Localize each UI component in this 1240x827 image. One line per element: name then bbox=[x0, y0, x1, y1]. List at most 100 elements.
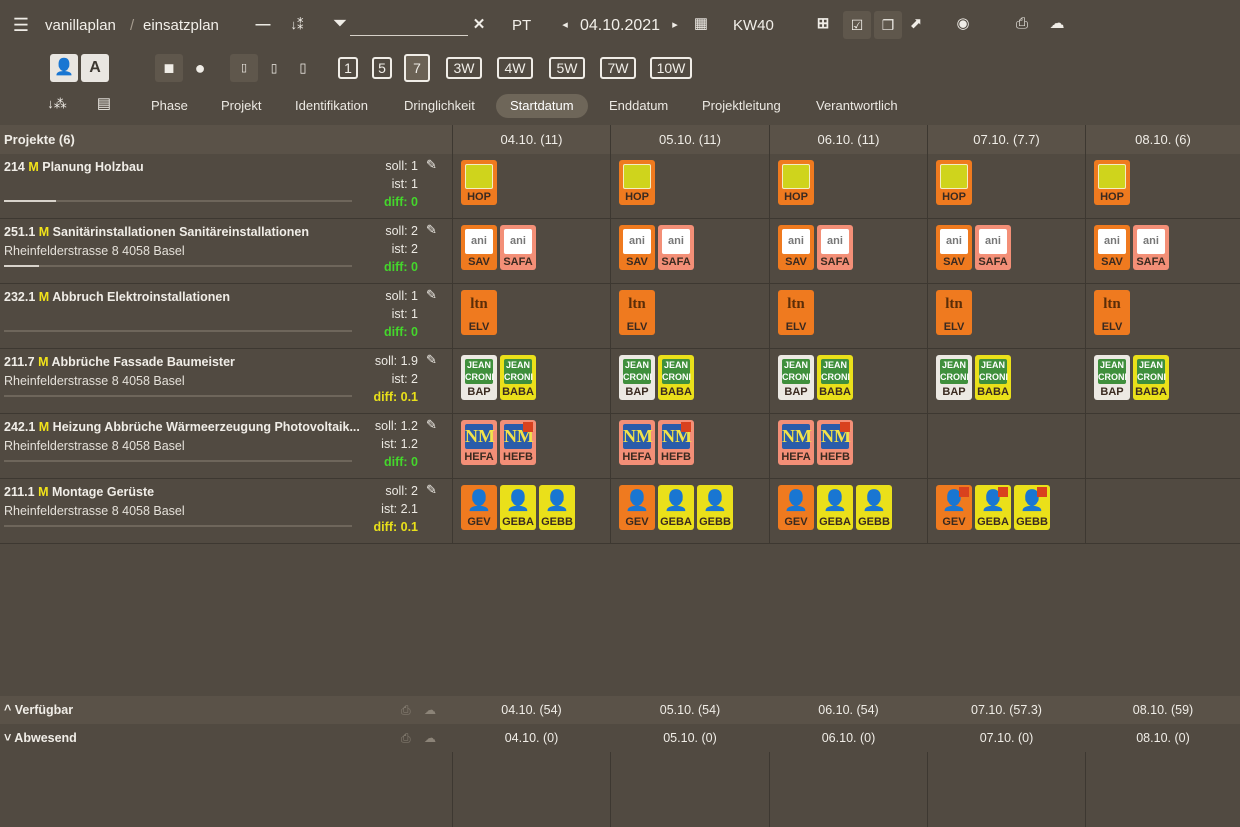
project-row[interactable]: 242.1 M Heizung Abbrüche Wärmeerzeugung … bbox=[0, 414, 1240, 479]
resource-chip[interactable]: ani SAFA bbox=[817, 225, 853, 270]
resource-chip[interactable]: JEAN CRONI BABA bbox=[1133, 355, 1169, 400]
sort-tab-phase[interactable]: Phase bbox=[151, 94, 188, 118]
day-header[interactable]: 08.10. (6) bbox=[1086, 125, 1240, 154]
project-row[interactable]: 232.1 M Abbruch Elektroinstallationen sol… bbox=[0, 284, 1240, 349]
sort-icon[interactable]: ↓⁑ bbox=[283, 13, 311, 37]
sort-tab-enddatum[interactable]: Enddatum bbox=[609, 94, 668, 118]
day-cell[interactable]: ltn ELV bbox=[452, 284, 610, 348]
edit-icon[interactable]: ✎ bbox=[426, 222, 437, 238]
external-link-icon[interactable]: ⬈ bbox=[905, 12, 927, 36]
resource-chip[interactable]: ltn ELV bbox=[1094, 290, 1130, 335]
card-large-icon[interactable]: ▯ bbox=[293, 56, 313, 80]
resource-chip[interactable]: NM HEFA bbox=[461, 420, 497, 465]
collapse-icon[interactable]: — bbox=[253, 13, 273, 37]
resource-chip[interactable]: ani SAFA bbox=[975, 225, 1011, 270]
square-icon[interactable]: ■ bbox=[155, 54, 183, 82]
day-cell[interactable]: NM HEFA NM HEFB bbox=[610, 414, 769, 478]
card-medium-icon[interactable]: ▯ bbox=[265, 56, 283, 80]
breadcrumb-root[interactable]: vanillaplan bbox=[45, 17, 116, 34]
day-cell[interactable]: ltn ELV bbox=[769, 284, 927, 348]
resource-chip[interactable]: JEAN CRONI BAP bbox=[936, 355, 972, 400]
view-mode-button[interactable]: PT bbox=[512, 17, 531, 34]
print-icon[interactable]: ⎙ bbox=[401, 724, 411, 752]
resource-chip[interactable]: JEAN CRONI BABA bbox=[500, 355, 536, 400]
day-cell[interactable]: ltn ELV bbox=[1085, 284, 1240, 348]
resource-chip[interactable]: ltn ELV bbox=[936, 290, 972, 335]
project-title[interactable]: 211.7 M Abbrüche Fassade Baumeister bbox=[4, 355, 235, 369]
resource-chip[interactable]: ani SAV bbox=[778, 225, 814, 270]
project-row[interactable]: 214 M Planung Holzbau soll: 1 ist: 1 diff: … bbox=[0, 154, 1240, 219]
day-cell[interactable]: JEAN CRONI BAP JEAN CRONI BABA bbox=[769, 349, 927, 413]
resource-chip[interactable]: ani SAV bbox=[1094, 225, 1130, 270]
resource-chip[interactable]: 👤 GEBB bbox=[1014, 485, 1050, 530]
resource-chip[interactable]: HOP bbox=[619, 160, 655, 205]
day-header[interactable]: 07.10. (7.7) bbox=[928, 125, 1086, 154]
resource-chip[interactable]: ltn ELV bbox=[778, 290, 814, 335]
day-cell[interactable]: 👤 GEV 👤 GEBA 👤 GEBB bbox=[927, 479, 1085, 543]
day-cell[interactable]: ltn ELV bbox=[927, 284, 1085, 348]
project-row[interactable]: 251.1 M Sanitärinstallationen Sanitärein… bbox=[0, 219, 1240, 284]
cloud-icon[interactable]: ☁ bbox=[424, 696, 436, 724]
day-cell[interactable]: HOP bbox=[1085, 154, 1240, 218]
day-cell[interactable]: ani SAV ani SAFA bbox=[769, 219, 927, 283]
day-cell[interactable] bbox=[927, 414, 1085, 478]
resource-chip[interactable]: JEAN CRONI BABA bbox=[817, 355, 853, 400]
project-title[interactable]: 251.1 M Sanitärinstallationen Sanitärein… bbox=[4, 225, 309, 239]
available-label[interactable]: ^ Verfügbar bbox=[4, 696, 73, 724]
resource-chip[interactable]: NM HEFB bbox=[658, 420, 694, 465]
zoom-10w-button[interactable]: 10W bbox=[650, 57, 692, 79]
resource-chip[interactable]: JEAN CRONI BABA bbox=[658, 355, 694, 400]
resource-chip[interactable]: ani SAV bbox=[936, 225, 972, 270]
resource-chip[interactable]: NM HEFB bbox=[817, 420, 853, 465]
day-cell[interactable]: HOP bbox=[769, 154, 927, 218]
zoom-5w-button[interactable]: 5W bbox=[549, 57, 585, 79]
zoom-1-button[interactable]: 1 bbox=[338, 57, 358, 79]
resource-chip[interactable]: 👤 GEBB bbox=[856, 485, 892, 530]
resource-chip[interactable]: JEAN CRONI BAP bbox=[778, 355, 814, 400]
resource-chip[interactable]: 👤 GEBB bbox=[697, 485, 733, 530]
sort-tab-verantwortlich[interactable]: Verantwortlich bbox=[816, 94, 898, 118]
next-date-icon[interactable]: ▸ bbox=[668, 13, 682, 37]
day-cell[interactable]: HOP bbox=[927, 154, 1085, 218]
day-cell[interactable] bbox=[1085, 414, 1240, 478]
resource-chip[interactable]: NM HEFA bbox=[619, 420, 655, 465]
edit-icon[interactable]: ✎ bbox=[426, 287, 437, 303]
day-cell[interactable]: JEAN CRONI BAP JEAN CRONI BABA bbox=[1085, 349, 1240, 413]
available-row[interactable]: ^ Verfügbar ⎙ ☁ 04.10. (54) 05.10. (54) 06… bbox=[0, 696, 1240, 724]
resource-chip[interactable]: ani SAFA bbox=[1133, 225, 1169, 270]
sort-order-icon[interactable]: ↓⁂ bbox=[46, 92, 68, 116]
resource-chip[interactable]: ani SAV bbox=[461, 225, 497, 270]
day-cell[interactable]: 👤 GEV 👤 GEBA 👤 GEBB bbox=[769, 479, 927, 543]
sort-tab-identifikation[interactable]: Identifikation bbox=[295, 94, 368, 118]
resource-chip[interactable]: JEAN CRONI BAP bbox=[1094, 355, 1130, 400]
absent-row[interactable]: ˅ Abwesend ⎙ ☁ 04.10. (0) 05.10. (0) 06.10… bbox=[0, 724, 1240, 752]
day-cell[interactable]: HOP bbox=[452, 154, 610, 218]
day-cell[interactable]: JEAN CRONI BAP JEAN CRONI BABA bbox=[927, 349, 1085, 413]
date-display[interactable]: 04.10.2021 bbox=[580, 17, 660, 35]
copy-icon[interactable]: ❐ bbox=[874, 11, 902, 39]
card-small-icon[interactable]: ▯ bbox=[230, 54, 258, 82]
edit-icon[interactable]: ✎ bbox=[426, 482, 437, 498]
day-cell[interactable]: ani SAV ani SAFA bbox=[610, 219, 769, 283]
cloud-download-icon[interactable]: ☁ bbox=[1044, 12, 1070, 36]
day-cell[interactable]: NM HEFA NM HEFB bbox=[769, 414, 927, 478]
zoom-7w-button[interactable]: 7W bbox=[600, 57, 636, 79]
cloud-icon[interactable]: ☁ bbox=[424, 724, 436, 752]
resource-chip[interactable]: 👤 GEV bbox=[936, 485, 972, 530]
sort-tab-startdatum[interactable]: Startdatum bbox=[496, 94, 588, 118]
sort-tab-dringlichkeit[interactable]: Dringlichkeit bbox=[404, 94, 475, 118]
project-title[interactable]: 211.1 M Montage Gerüste bbox=[4, 485, 154, 499]
sort-tab-projektleitung[interactable]: Projektleitung bbox=[702, 94, 781, 118]
filter-input[interactable] bbox=[350, 35, 468, 36]
resource-chip[interactable]: 👤 GEV bbox=[619, 485, 655, 530]
resource-chip[interactable]: HOP bbox=[1094, 160, 1130, 205]
project-title[interactable]: 214 M Planung Holzbau bbox=[4, 160, 144, 174]
day-cell[interactable]: 👤 GEV 👤 GEBA 👤 GEBB bbox=[610, 479, 769, 543]
project-title[interactable]: 242.1 M Heizung Abbrüche Wärmeerzeugung … bbox=[4, 420, 360, 434]
project-title[interactable]: 232.1 M Abbruch Elektroinstallationen bbox=[4, 290, 230, 304]
zoom-7-button[interactable]: 7 bbox=[404, 54, 430, 82]
resource-chip[interactable]: ani SAV bbox=[619, 225, 655, 270]
resource-chip[interactable]: HOP bbox=[936, 160, 972, 205]
day-header[interactable]: 06.10. (11) bbox=[770, 125, 928, 154]
day-cell[interactable]: JEAN CRONI BAP JEAN CRONI BABA bbox=[610, 349, 769, 413]
